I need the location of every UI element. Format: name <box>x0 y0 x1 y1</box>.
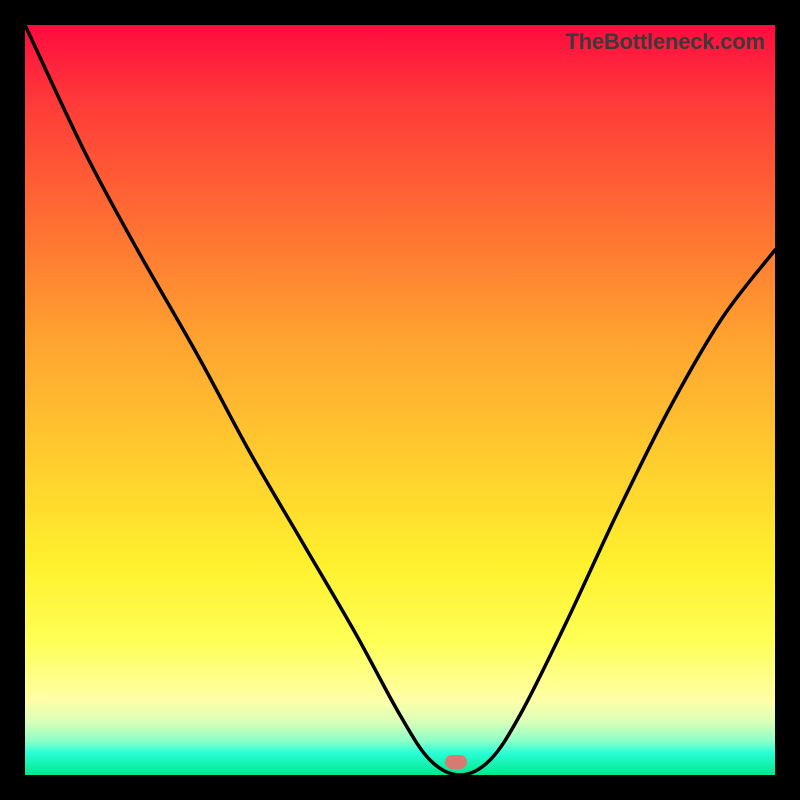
chart-frame: TheBottleneck.com <box>0 0 800 800</box>
optimum-marker <box>445 755 467 769</box>
plot-area: TheBottleneck.com <box>25 25 775 775</box>
bottleneck-curve <box>25 25 775 775</box>
